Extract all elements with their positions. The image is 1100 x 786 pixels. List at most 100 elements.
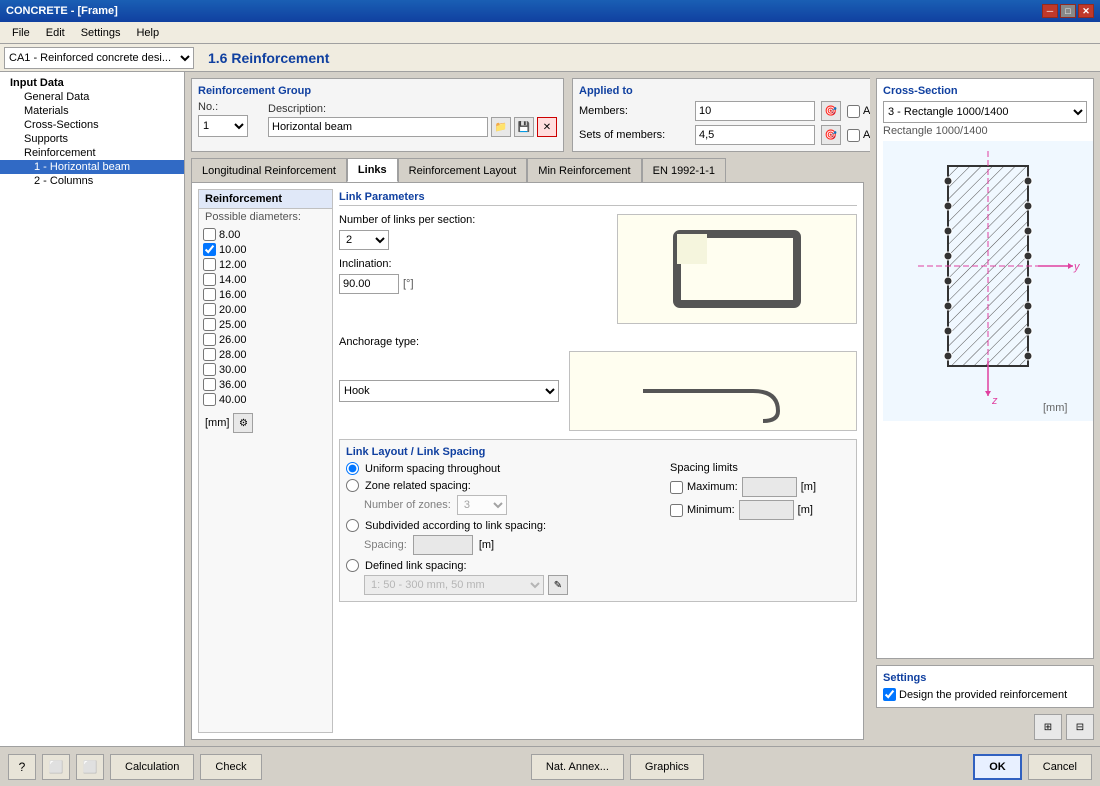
bottom-icon-1[interactable]: ⬜	[42, 754, 70, 780]
design-provided-label: Design the provided reinforcement	[899, 689, 1067, 701]
diameter-item-16: 16.00	[203, 287, 328, 302]
sidebar-item-general-data[interactable]: General Data	[0, 90, 184, 104]
anchorage-svg	[613, 356, 813, 426]
sets-all-checkbox[interactable]: All	[847, 129, 870, 142]
members-input[interactable]	[695, 101, 815, 121]
save-icon-btn[interactable]: 💾	[514, 117, 534, 137]
sidebar-item-horizontal-beam[interactable]: 1 - Horizontal beam	[0, 160, 184, 174]
diameter-40-check[interactable]	[203, 393, 216, 406]
diameter-10-check[interactable]	[203, 243, 216, 256]
minimize-button[interactable]: ─	[1042, 4, 1058, 18]
sidebar-item-cross-sections[interactable]: Cross-Sections	[0, 118, 184, 132]
right-icon-1[interactable]: ⊞	[1034, 714, 1062, 740]
defined-select[interactable]: 1: 50 - 300 mm, 50 mm	[364, 575, 544, 595]
diameter-12-check[interactable]	[203, 258, 216, 271]
sets-pick-btn[interactable]: 🎯	[821, 125, 841, 145]
maximize-button[interactable]: □	[1060, 4, 1076, 18]
diameter-26-check[interactable]	[203, 333, 216, 346]
sidebar-item-supports[interactable]: Supports	[0, 132, 184, 146]
menu-edit[interactable]: Edit	[38, 25, 73, 41]
menu-settings[interactable]: Settings	[73, 25, 129, 41]
diameter-25-check[interactable]	[203, 318, 216, 331]
inclination-row: Inclination:	[339, 258, 607, 270]
diameter-unit-row: [mm] ⚙	[199, 409, 332, 437]
group-number-select[interactable]: 1	[198, 115, 248, 137]
case-selector[interactable]: CA1 - Reinforced concrete desi...	[4, 47, 194, 69]
diameter-28-check[interactable]	[203, 348, 216, 361]
help-icon-btn[interactable]: ?	[8, 754, 36, 780]
tab-longitudinal[interactable]: Longitudinal Reinforcement	[191, 158, 347, 182]
tab-min-reinforcement[interactable]: Min Reinforcement	[527, 158, 641, 182]
members-all-checkbox[interactable]: All	[847, 105, 870, 118]
tab-layout[interactable]: Reinforcement Layout	[398, 158, 528, 182]
reinforcement-diameters-panel: Reinforcement Possible diameters: 8.00 1…	[198, 189, 333, 733]
max-input[interactable]	[742, 477, 797, 497]
description-input[interactable]	[268, 117, 488, 137]
sidebar-item-reinforcement[interactable]: Reinforcement	[0, 146, 184, 160]
ok-button[interactable]: OK	[973, 754, 1022, 780]
links-controls: Number of links per section: 2134 Inclin…	[339, 214, 607, 294]
design-provided-checkbox[interactable]	[883, 688, 896, 701]
spacing-limits-panel: Spacing limits Maximum: [m] Minimum:	[670, 462, 850, 595]
sidebar-item-materials[interactable]: Materials	[0, 104, 184, 118]
defined-radio[interactable]	[346, 559, 359, 572]
spacing-label: Spacing:	[364, 539, 407, 551]
menu-file[interactable]: File	[4, 25, 38, 41]
zone-radio-row: Zone related spacing:	[346, 479, 650, 492]
min-checkbox[interactable]	[670, 504, 683, 517]
check-button[interactable]: Check	[200, 754, 261, 780]
graphics-button[interactable]: Graphics	[630, 754, 704, 780]
uniform-radio[interactable]	[346, 462, 359, 475]
sidebar-item-columns[interactable]: 2 - Columns	[0, 174, 184, 188]
diameter-16-check[interactable]	[203, 288, 216, 301]
diameter-8-check[interactable]	[203, 228, 216, 241]
diameter-30-check[interactable]	[203, 363, 216, 376]
cross-section-select[interactable]: 3 - Rectangle 1000/1400 1 - Rectangle 30…	[883, 101, 1087, 123]
diameter-settings-btn[interactable]: ⚙	[233, 413, 253, 433]
inclination-label: Inclination:	[339, 258, 392, 270]
links-top-row: Number of links per section: 2134 Inclin…	[339, 214, 857, 324]
anchorage-select[interactable]: Hook Bend Straight	[339, 380, 559, 402]
members-pick-btn[interactable]: 🎯	[821, 101, 841, 121]
defined-value-row: 1: 50 - 300 mm, 50 mm ✎	[364, 575, 650, 595]
cross-section-svg: y z [mm]	[888, 146, 1088, 416]
folder-icon-btn[interactable]: 📁	[491, 117, 511, 137]
nat-annex-button[interactable]: Nat. Annex...	[531, 754, 624, 780]
spacing-limits-label: Spacing limits	[670, 462, 850, 474]
right-icon-2[interactable]: ⊟	[1066, 714, 1094, 740]
no-label: No.:	[198, 101, 248, 113]
delete-icon-btn[interactable]: ✕	[537, 117, 557, 137]
content-area: Reinforcement Group No.: 1 Description: …	[185, 72, 870, 746]
reinforcement-group-box: Reinforcement Group No.: 1 Description: …	[191, 78, 564, 152]
inclination-input[interactable]	[339, 274, 399, 294]
tab-content: Reinforcement Possible diameters: 8.00 1…	[191, 182, 864, 740]
tabs-row: Longitudinal Reinforcement Links Reinfor…	[191, 158, 864, 182]
calculation-button[interactable]: Calculation	[110, 754, 194, 780]
subdiv-radio[interactable]	[346, 519, 359, 532]
diameter-20-check[interactable]	[203, 303, 216, 316]
settings-box: Settings Design the provided reinforceme…	[876, 665, 1094, 708]
link-shape-preview	[617, 214, 857, 324]
max-spacing-row: Maximum: [m]	[670, 477, 850, 497]
max-checkbox[interactable]	[670, 481, 683, 494]
min-spacing-row: Minimum: [m]	[670, 500, 850, 520]
zone-radio[interactable]	[346, 479, 359, 492]
design-provided-checkbox-label[interactable]: Design the provided reinforcement	[883, 688, 1087, 701]
diameter-36-check[interactable]	[203, 378, 216, 391]
layout-content: Uniform spacing throughout Zone related …	[346, 462, 850, 595]
tab-links[interactable]: Links	[347, 158, 398, 182]
close-button[interactable]: ✕	[1078, 4, 1094, 18]
tab-en[interactable]: EN 1992-1-1	[642, 158, 726, 182]
num-zones-select[interactable]: 3	[457, 495, 507, 515]
bottom-icon-2[interactable]: ⬜	[76, 754, 104, 780]
menu-help[interactable]: Help	[128, 25, 167, 41]
spacing-input[interactable]	[413, 535, 473, 555]
defined-edit-btn[interactable]: ✎	[548, 575, 568, 595]
min-input[interactable]	[739, 500, 794, 520]
title-bar-left: CONCRETE - [Frame]	[6, 5, 118, 17]
diameter-14-check[interactable]	[203, 273, 216, 286]
applied-to-label: Applied to	[579, 85, 870, 97]
cancel-button[interactable]: Cancel	[1028, 754, 1092, 780]
sets-input[interactable]	[695, 125, 815, 145]
num-links-select[interactable]: 2134	[339, 230, 389, 250]
